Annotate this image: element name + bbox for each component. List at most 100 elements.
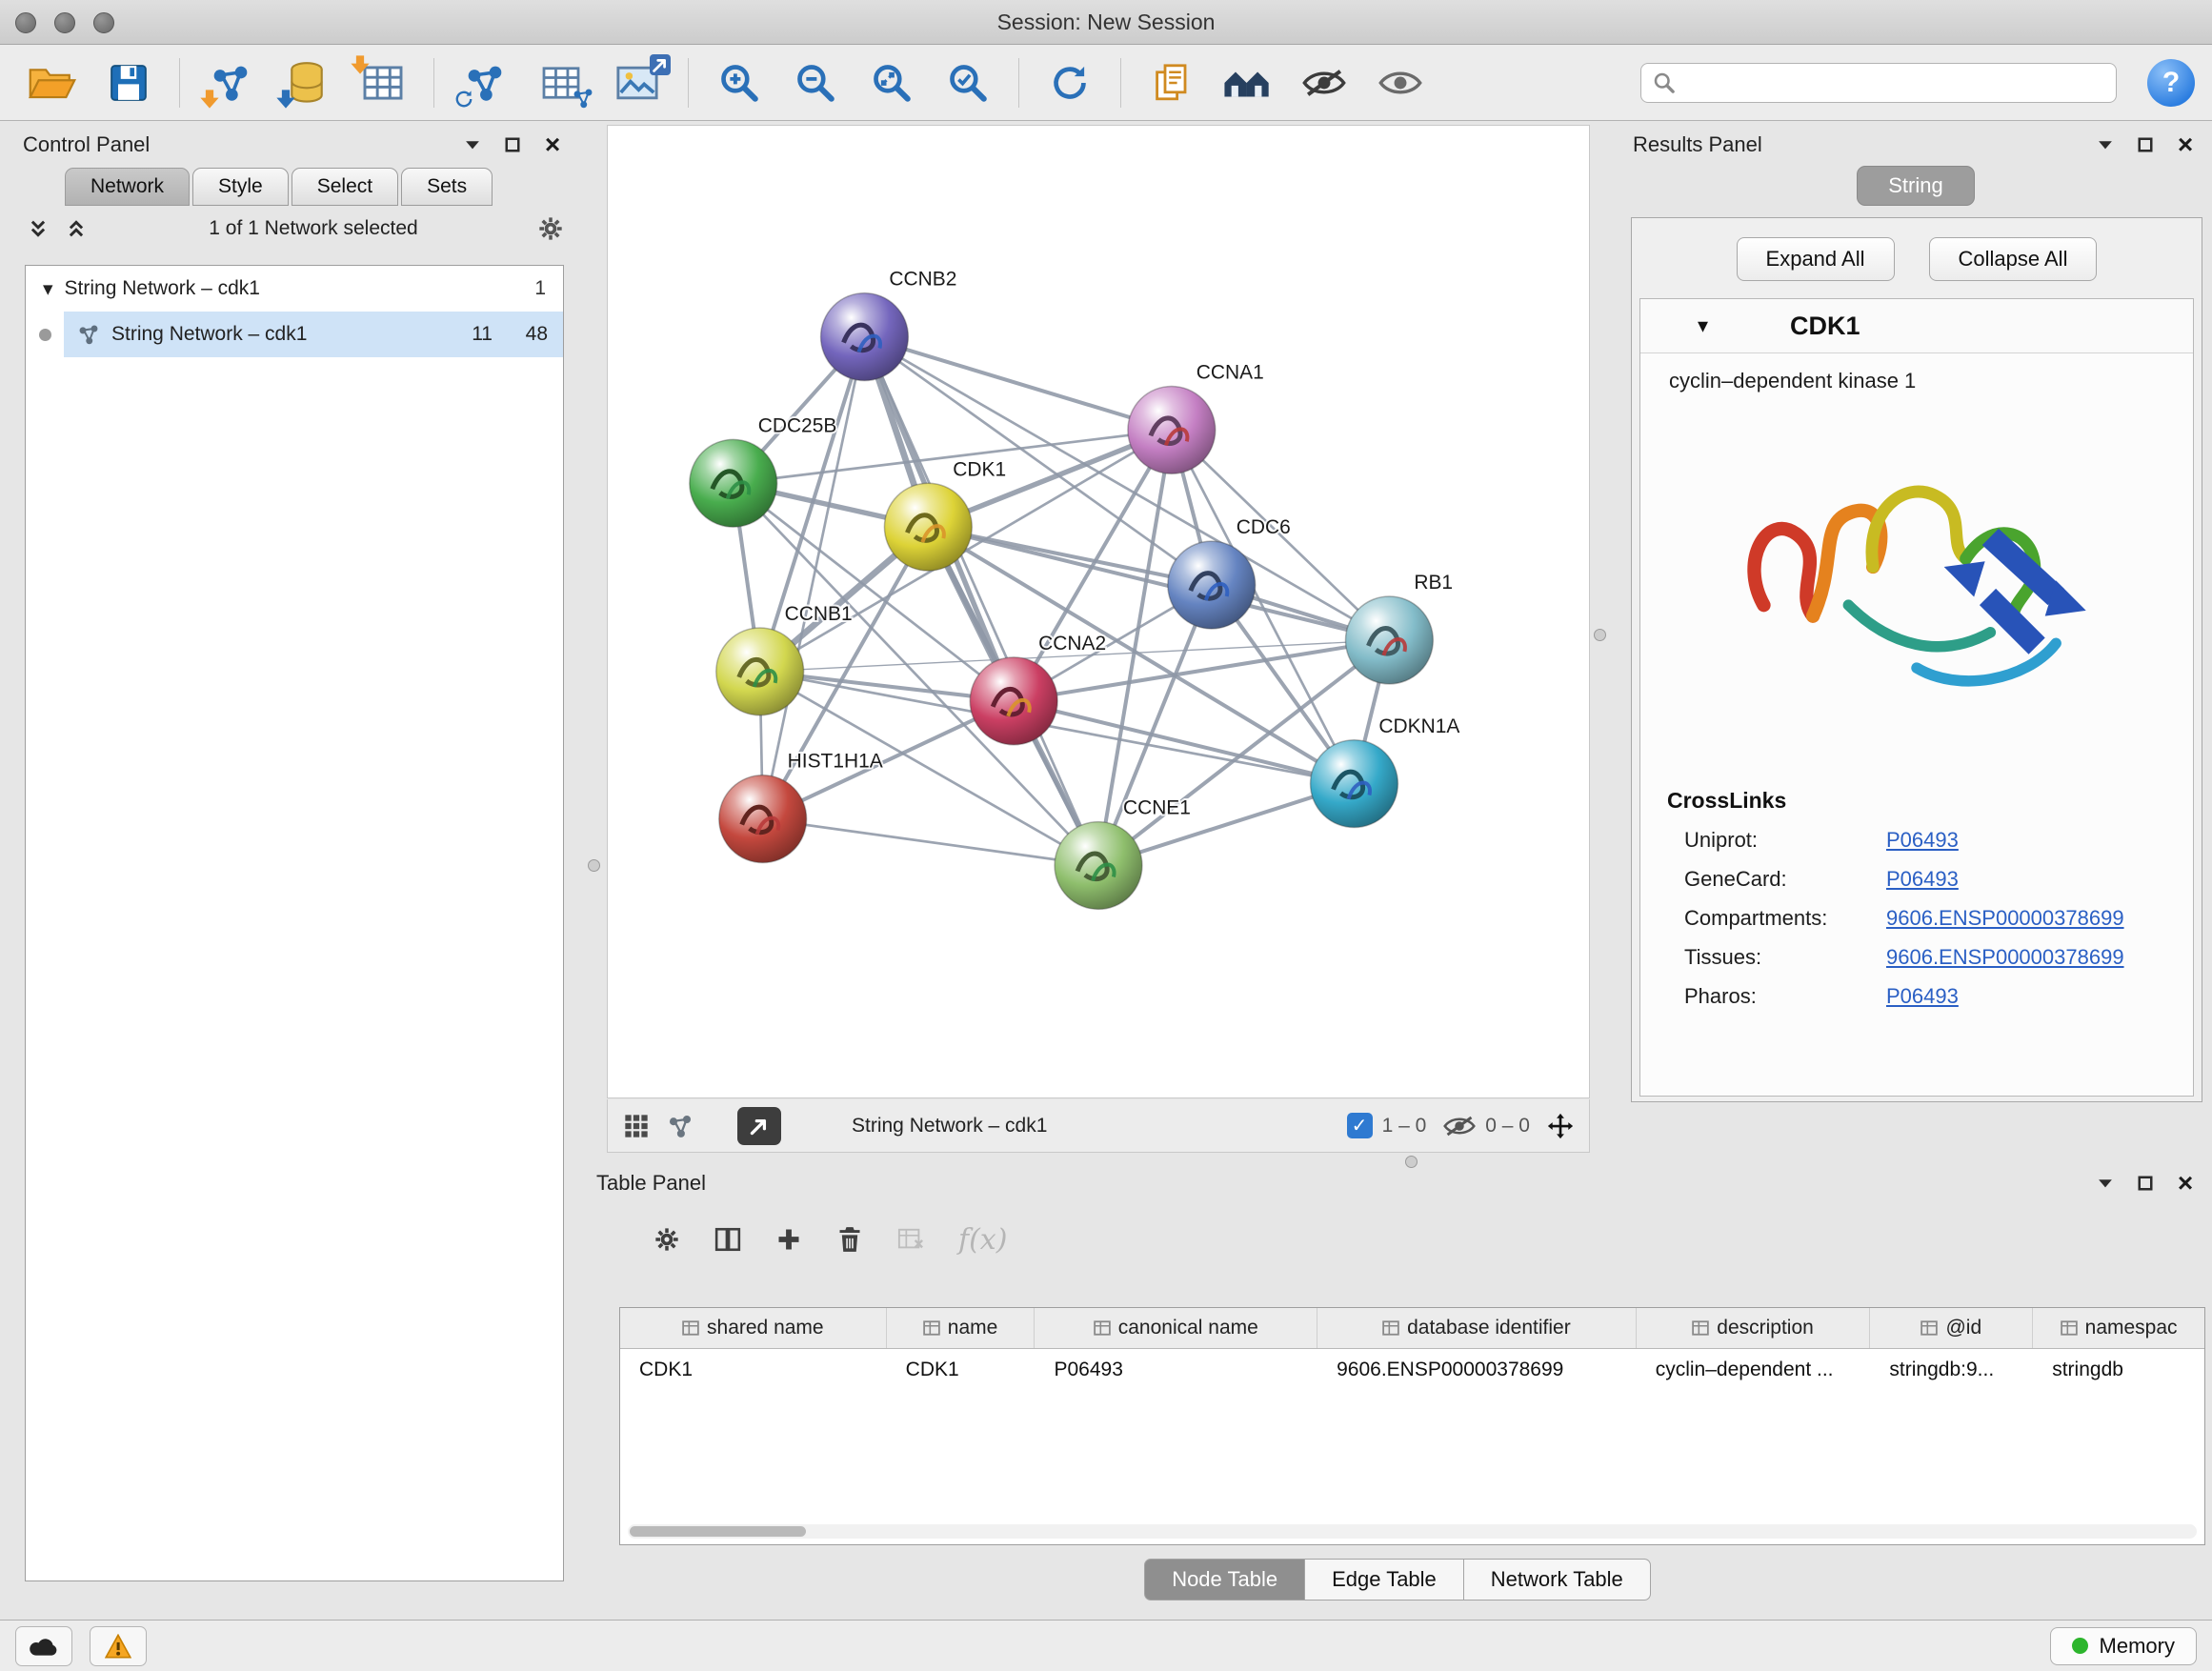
show-graphics-details-button[interactable]: [1365, 52, 1436, 113]
memory-button[interactable]: Memory: [2050, 1627, 2197, 1665]
network-node-HIST1H1A[interactable]: [719, 775, 807, 863]
network-node-CCNE1[interactable]: [1055, 822, 1142, 910]
network-row-selected[interactable]: String Network – cdk1 11 48: [64, 312, 563, 357]
float-panel-button[interactable]: [459, 131, 486, 158]
network-node-CCNB2[interactable]: [821, 293, 909, 381]
gene-entry-header[interactable]: ▾ CDK1: [1640, 299, 2193, 353]
help-button[interactable]: ?: [2147, 59, 2195, 107]
tab-edge-table[interactable]: Edge Table: [1304, 1559, 1464, 1601]
network-node-CDC25B[interactable]: [690, 439, 777, 527]
right-splitter-handle[interactable]: [1594, 629, 1606, 641]
birds-eye-view-button[interactable]: [623, 1113, 650, 1139]
crosslink-link[interactable]: P06493: [1886, 867, 1959, 892]
warnings-button[interactable]: [90, 1626, 147, 1666]
maximize-window-button[interactable]: [93, 12, 114, 33]
delete-column-button[interactable]: [836, 1226, 863, 1253]
network-node-CDC6[interactable]: [1168, 541, 1256, 629]
import-table-from-file-button[interactable]: [348, 52, 418, 113]
save-session-button[interactable]: [93, 52, 164, 113]
cloud-status-button[interactable]: [15, 1626, 72, 1666]
float-panel-button[interactable]: [2092, 1170, 2119, 1197]
collapse-all-networks-button[interactable]: [63, 215, 90, 242]
column-header-database-identifier[interactable]: database identifier: [1317, 1308, 1637, 1348]
network-edge[interactable]: [864, 337, 1171, 431]
new-network-from-selection-button[interactable]: [450, 52, 520, 113]
close-panel-button[interactable]: ×: [2172, 131, 2199, 158]
import-network-from-file-button[interactable]: [195, 52, 266, 113]
cell-id[interactable]: stringdb:9...: [1870, 1359, 2033, 1381]
tab-string[interactable]: String: [1857, 166, 1974, 206]
open-session-button[interactable]: [17, 52, 88, 113]
network-row[interactable]: String Network – cdk1 11 48: [26, 312, 563, 357]
create-column-button[interactable]: [775, 1226, 802, 1253]
cell-canonical-name[interactable]: P06493: [1035, 1359, 1317, 1381]
export-image-button[interactable]: [602, 52, 673, 113]
horizontal-scrollbar[interactable]: [628, 1524, 2197, 1539]
tab-node-table[interactable]: Node Table: [1144, 1559, 1305, 1601]
left-splitter-handle[interactable]: [588, 859, 600, 872]
hide-graphics-details-button[interactable]: [1289, 52, 1359, 113]
zoom-selected-button[interactable]: [933, 52, 1003, 113]
table-settings-gear-icon[interactable]: [654, 1226, 680, 1253]
close-panel-button[interactable]: ×: [2172, 1170, 2199, 1197]
tab-network-table[interactable]: Network Table: [1463, 1559, 1651, 1601]
tab-select[interactable]: Select: [292, 168, 398, 206]
tab-network[interactable]: Network: [65, 168, 190, 206]
network-options-gear-icon[interactable]: [537, 215, 564, 242]
collapse-all-button[interactable]: Collapse All: [1929, 237, 2098, 281]
network-node-CCNB1[interactable]: [716, 628, 804, 715]
cell-description[interactable]: cyclin–dependent ...: [1637, 1359, 1871, 1381]
cell-shared-name[interactable]: CDK1: [620, 1359, 887, 1381]
table-row[interactable]: CDK1 CDK1 P06493 9606.ENSP00000378699 cy…: [620, 1349, 2204, 1391]
crosslink-link[interactable]: P06493: [1886, 984, 1959, 1009]
network-view-canvas[interactable]: CCNB2CCNA1CDC25BCDK1CDC6RB1CCNB1CCNA2CDK…: [607, 125, 1590, 1098]
cell-database-identifier[interactable]: 9606.ENSP00000378699: [1317, 1359, 1637, 1381]
pan-mode-button[interactable]: [1547, 1113, 1574, 1139]
bottom-splitter-handle[interactable]: [1405, 1156, 1418, 1168]
zoom-in-button[interactable]: [704, 52, 774, 113]
column-header-description[interactable]: description: [1637, 1308, 1871, 1348]
column-header-canonical-name[interactable]: canonical name: [1035, 1308, 1317, 1348]
crosslink-link[interactable]: 9606.ENSP00000378699: [1886, 945, 2124, 970]
cell-name[interactable]: CDK1: [887, 1359, 1036, 1381]
checkbox-icon[interactable]: ✓: [1347, 1113, 1373, 1138]
tab-sets[interactable]: Sets: [401, 168, 493, 206]
close-window-button[interactable]: [15, 12, 36, 33]
column-header-namespace[interactable]: namespac: [2033, 1308, 2204, 1348]
column-header-name[interactable]: name: [887, 1308, 1036, 1348]
network-node-CDKN1A[interactable]: [1311, 740, 1398, 828]
detach-view-button[interactable]: [737, 1107, 781, 1145]
maximize-panel-button[interactable]: [2132, 131, 2159, 158]
tab-style[interactable]: Style: [192, 168, 289, 206]
network-collection-row[interactable]: ▾ String Network – cdk1 1: [26, 266, 563, 312]
network-node-RB1[interactable]: [1345, 596, 1433, 684]
network-node-CDK1[interactable]: [884, 483, 972, 571]
global-search-input[interactable]: [1685, 70, 2104, 95]
network-edge[interactable]: [763, 337, 865, 819]
float-panel-button[interactable]: [2092, 131, 2119, 158]
expand-all-button[interactable]: Expand All: [1737, 237, 1895, 281]
network-graph[interactable]: CCNB2CCNA1CDC25BCDK1CDC6RB1CCNB1CCNA2CDK…: [608, 126, 1589, 1097]
expand-all-networks-button[interactable]: [25, 215, 51, 242]
network-node-CCNA2[interactable]: [970, 657, 1057, 745]
collapse-triangle-icon[interactable]: ▾: [1698, 313, 1708, 338]
network-node-CCNA1[interactable]: [1128, 386, 1216, 473]
maximize-panel-button[interactable]: [2132, 1170, 2159, 1197]
crosslink-link[interactable]: P06493: [1886, 828, 1959, 853]
close-panel-button[interactable]: ×: [539, 131, 566, 158]
minimize-window-button[interactable]: [54, 12, 75, 33]
export-table-button[interactable]: [1136, 52, 1207, 113]
home-views-button[interactable]: [1213, 52, 1283, 113]
zoom-out-button[interactable]: [780, 52, 851, 113]
crosslink-link[interactable]: 9606.ENSP00000378699: [1886, 906, 2124, 931]
network-edge[interactable]: [763, 819, 1098, 866]
collapse-triangle-icon[interactable]: ▾: [43, 277, 53, 301]
cell-namespace[interactable]: stringdb: [2033, 1359, 2204, 1381]
network-edge[interactable]: [864, 337, 1098, 866]
maximize-panel-button[interactable]: [499, 131, 526, 158]
export-network-button[interactable]: [526, 52, 596, 113]
network-edge[interactable]: [928, 527, 1389, 640]
show-columns-button[interactable]: [714, 1226, 741, 1253]
column-header-shared-name[interactable]: shared name: [620, 1308, 887, 1348]
import-network-from-database-button[interactable]: [271, 52, 342, 113]
